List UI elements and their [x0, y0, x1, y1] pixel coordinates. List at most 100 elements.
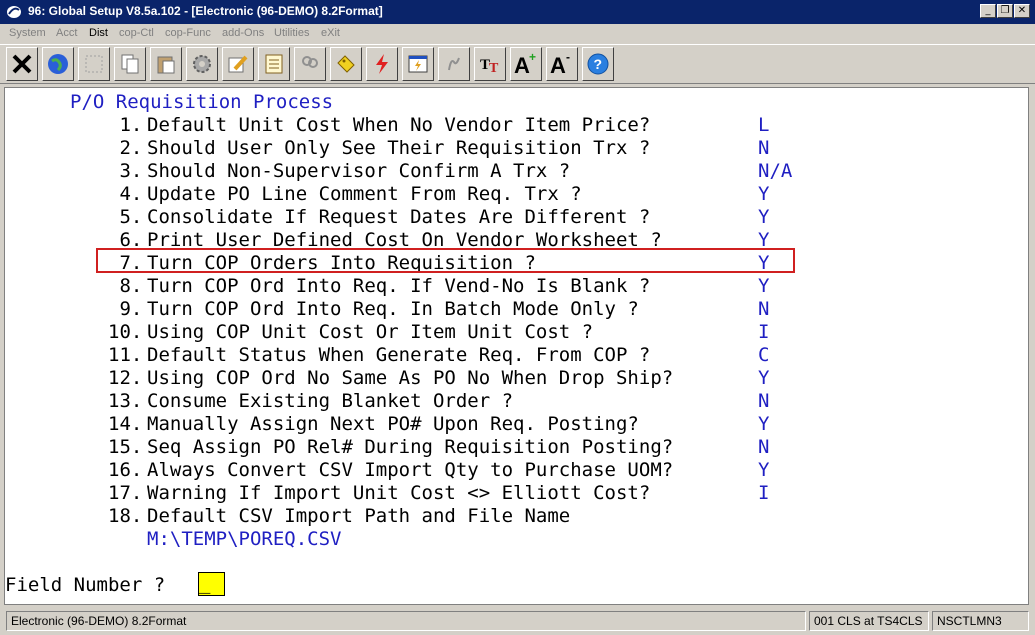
item-number: 10. [108, 321, 143, 343]
item-question: Manually Assign Next PO# Upon Req. Posti… [147, 413, 639, 435]
edit-pencil-button[interactable] [222, 47, 254, 81]
menu-system[interactable]: System [9, 27, 46, 39]
status-session: 001 CLS at TS4CLS [809, 611, 929, 631]
copy-button[interactable] [114, 47, 146, 81]
close-x-icon [12, 54, 32, 74]
item-number: 16. [108, 459, 143, 481]
users-button[interactable] [294, 47, 326, 81]
item-answer[interactable]: Y [758, 414, 769, 434]
item-question: Using COP Unit Cost Or Item Unit Cost ? [147, 321, 594, 343]
highlight-box [96, 248, 795, 273]
item-answer[interactable]: Y [758, 460, 769, 480]
menu-exit[interactable]: eXit [321, 27, 340, 39]
title-bar: 96: Global Setup V8.5a.102 - [Electronic… [0, 0, 1035, 24]
field-number-input[interactable]: _ [198, 572, 225, 596]
item-number: 11. [108, 344, 143, 366]
item-question: Default Status When Generate Req. From C… [147, 344, 651, 366]
help-icon: ? [587, 53, 609, 75]
item-question: Turn COP Ord Into Req. In Batch Mode Onl… [147, 298, 639, 320]
item-question: Default Unit Cost When No Vendor Item Pr… [147, 114, 651, 136]
item-answer[interactable]: Y [758, 368, 769, 388]
item-question: Should User Only See Their Requisition T… [147, 137, 651, 159]
item-number: 8. [108, 275, 143, 297]
item-number: 13. [108, 390, 143, 412]
item-answer[interactable]: Y [758, 184, 769, 204]
item-number: 4. [108, 183, 143, 205]
item-number: 3. [108, 160, 143, 182]
window-lightning-icon [408, 55, 428, 73]
field-prompt: Field Number ? [5, 574, 166, 596]
item-answer[interactable]: L [758, 115, 769, 135]
script-button[interactable] [438, 47, 470, 81]
font-increase-glyph: A [514, 53, 530, 77]
window-title: 96: Global Setup V8.5a.102 - [Electronic… [28, 4, 383, 18]
close-x-button[interactable] [6, 47, 38, 81]
item-answer[interactable]: N/A [758, 161, 792, 181]
menu-cop-func[interactable]: cop-Func [165, 27, 211, 39]
lightning-icon [376, 54, 388, 74]
menu-utilities[interactable]: Utilities [274, 27, 309, 39]
item-answer[interactable]: Y [758, 276, 769, 296]
window-lightning-button[interactable] [402, 47, 434, 81]
item-number: 18. [108, 505, 143, 527]
font-decrease-button[interactable]: A- [546, 47, 578, 81]
edit-pencil-icon [228, 55, 248, 73]
item-question: Consume Existing Blanket Order ? [147, 390, 514, 412]
item-answer[interactable]: Y [758, 207, 769, 227]
item-question: Should Non-Supervisor Confirm A Trx ? [147, 160, 571, 182]
help-button[interactable]: ? [582, 47, 614, 81]
item-answer[interactable]: I [758, 322, 769, 342]
gear-button[interactable] [186, 47, 218, 81]
item-answer[interactable]: I [758, 483, 769, 503]
item-number: 1. [108, 114, 143, 136]
item-answer[interactable]: C [758, 345, 769, 365]
path-value[interactable]: M:\TEMP\POREQ.CSV [147, 529, 341, 549]
item-question: Seq Assign PO Rel# During Requisition Po… [147, 436, 674, 458]
font-tt-button[interactable]: TT [474, 47, 506, 81]
item-answer[interactable]: N [758, 391, 769, 411]
paste-button[interactable] [150, 47, 182, 81]
font-tt-icon: TT [480, 57, 499, 75]
item-answer[interactable]: N [758, 138, 769, 158]
lightning-button[interactable] [366, 47, 398, 81]
script-icon [448, 57, 460, 71]
item-number: 2. [108, 137, 143, 159]
screen-heading: P/O Requisition Process [70, 91, 334, 113]
cursor-glyph: _ [199, 572, 211, 594]
item-question: Default CSV Import Path and File Name [147, 505, 571, 527]
font-decrease-glyph: A [550, 53, 566, 77]
status-program: NSCTLMN3 [932, 611, 1029, 631]
menu-add-ons[interactable]: add-Ons [222, 27, 264, 39]
blank-button[interactable] [78, 47, 110, 81]
item-number: 12. [108, 367, 143, 389]
item-question: Consolidate If Request Dates Are Differe… [147, 206, 651, 228]
paste-icon [157, 56, 175, 74]
minimize-button[interactable]: _ [980, 4, 996, 18]
item-question: Always Convert CSV Import Qty to Purchas… [147, 459, 674, 481]
font-decrease-icon: A- [550, 51, 570, 77]
globe-button[interactable] [42, 47, 74, 81]
terminal-screen: P/O Requisition Process 1. Default Unit C… [4, 87, 1029, 605]
font-increase-button[interactable]: A + [510, 47, 542, 81]
close-button[interactable]: ✕ [1014, 4, 1030, 18]
gear-icon [193, 55, 211, 73]
menu-acct[interactable]: Acct [56, 27, 77, 39]
menu-cop-ctl[interactable]: cop-Ctl [119, 27, 154, 39]
item-number: 14. [108, 413, 143, 435]
blank-icon [85, 55, 103, 73]
item-answer[interactable]: N [758, 437, 769, 457]
font-decrease-mod: - [566, 51, 570, 64]
restore-button[interactable]: ❐ [997, 4, 1013, 18]
menu-bar: System Acct Dist cop-Ctl cop-Func add-On… [0, 24, 1035, 44]
item-question: Warning If Import Unit Cost <> Elliott C… [147, 482, 651, 504]
item-number: 15. [108, 436, 143, 458]
toolbar: TT A + A- ? [0, 44, 1035, 84]
item-answer[interactable]: N [758, 299, 769, 319]
notepad-button[interactable] [258, 47, 290, 81]
menu-dist[interactable]: Dist [89, 27, 108, 39]
svg-text:T: T [489, 61, 499, 75]
tag-button[interactable] [330, 47, 362, 81]
item-answer[interactable]: Y [758, 230, 769, 250]
item-question: Print User Defined Cost On Vendor Worksh… [147, 229, 662, 251]
item-question: Turn COP Ord Into Req. If Vend-No Is Bla… [147, 275, 651, 297]
